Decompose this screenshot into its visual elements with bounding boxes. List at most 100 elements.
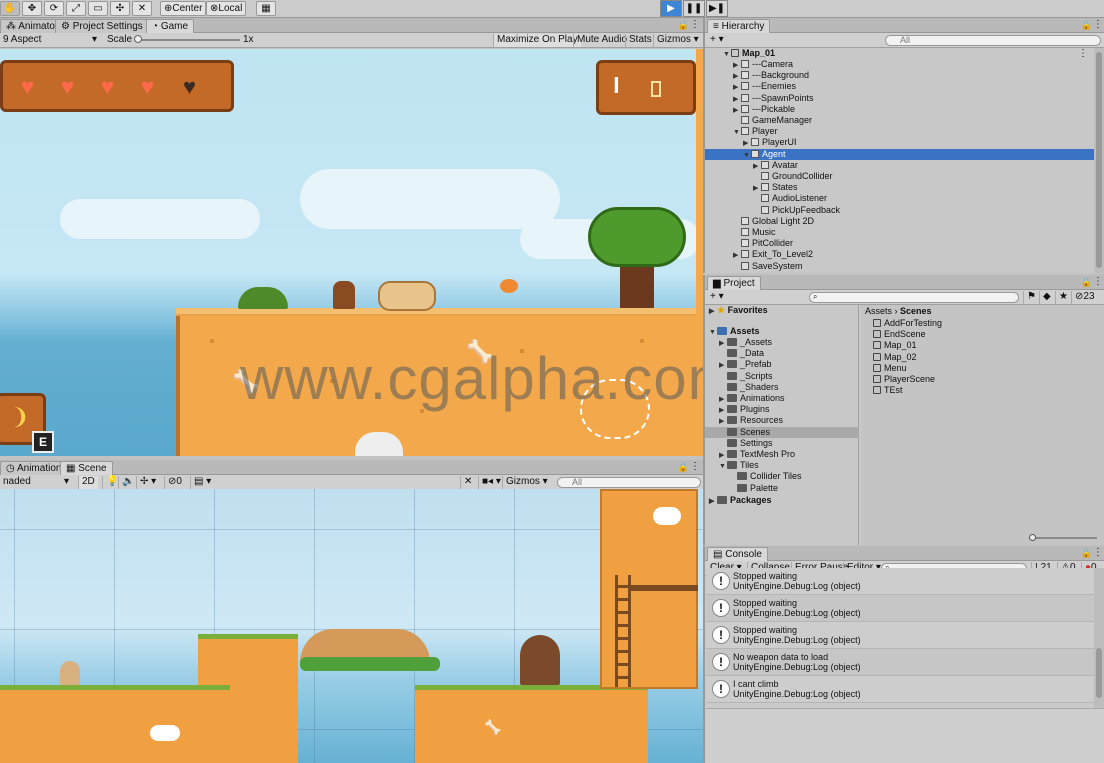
hierarchy-item[interactable]: Music: [733, 227, 776, 238]
space-toggle[interactable]: ⊗Local: [206, 1, 247, 16]
tools-icon[interactable]: ✕: [460, 476, 475, 489]
add-button[interactable]: + ▾: [707, 291, 727, 304]
rect-tool-icon[interactable]: ▭: [88, 1, 108, 16]
scrollbar-thumb[interactable]: [1096, 52, 1102, 268]
hidden-objects-toggle[interactable]: ⊘0: [164, 476, 185, 489]
console-entry[interactable]: ! Stopped waiting UnityEngine.Debug:Log (o…: [706, 595, 1098, 622]
breadcrumb-item[interactable]: Scenes: [900, 306, 932, 316]
chevron-right-icon[interactable]: ▼: [733, 127, 741, 138]
add-button[interactable]: + ▾: [707, 34, 727, 47]
scene-file[interactable]: EndScene: [873, 329, 926, 340]
console-entry[interactable]: ! Stopped waiting UnityEngine.Debug:Log (o…: [706, 622, 1098, 649]
console-entry[interactable]: ! Stopped waiting UnityEngine.Debug:Log (o…: [706, 568, 1098, 595]
scene-file[interactable]: AddForTesting: [873, 318, 942, 329]
kebab-menu-icon[interactable]: ⋮: [690, 19, 700, 30]
console-scrollbar[interactable]: [1094, 568, 1104, 708]
packages-item[interactable]: ▶ Packages: [709, 495, 772, 506]
project-folder[interactable]: _Data: [719, 348, 764, 359]
hierarchy-search-input[interactable]: All: [885, 35, 1101, 46]
scene-root[interactable]: ▼ Map_01: [723, 48, 775, 59]
kebab-menu-icon[interactable]: ⋮: [1078, 48, 1088, 59]
hierarchy-item[interactable]: ▶ ---Camera: [733, 59, 793, 70]
maximize-on-play-button[interactable]: Maximize On Play: [493, 34, 581, 47]
2d-toggle[interactable]: 2D: [78, 476, 98, 489]
scrollbar-thumb[interactable]: [1096, 648, 1102, 698]
project-folder[interactable]: Palette: [729, 483, 778, 494]
tab-project[interactable]: ▆ Project: [707, 276, 761, 290]
scene-file[interactable]: Menu: [873, 363, 907, 374]
hierarchy-item[interactable]: ▶ States: [753, 182, 798, 193]
hierarchy-item[interactable]: ▶ ---Background: [733, 70, 809, 81]
lock-icon[interactable]: 🔒: [678, 462, 689, 473]
gizmos-button[interactable]: Gizmos ▾: [502, 476, 551, 489]
pivot-toggle[interactable]: ⊕Center: [160, 1, 207, 16]
console-entry[interactable]: ! No weapon data to load UnityEngine.Debug…: [706, 649, 1098, 676]
hierarchy-item[interactable]: ▶ PlayerUI: [743, 137, 797, 148]
scene-search-input[interactable]: All: [557, 477, 701, 488]
lock-icon[interactable]: 🔒: [1081, 20, 1092, 31]
tab-hierarchy[interactable]: ≡ Hierarchy: [707, 19, 771, 33]
hierarchy-item[interactable]: ▶ ---Enemies: [733, 81, 796, 92]
hierarchy-item[interactable]: PickUpFeedback: [753, 205, 840, 216]
console-entry[interactable]: ! I cant climb UnityEngine.Debug:Log (obje…: [706, 676, 1098, 703]
assets-item[interactable]: ▼ Assets: [709, 326, 760, 337]
rotate-tool-icon[interactable]: ⟳: [44, 1, 64, 16]
hierarchy-item[interactable]: GroundCollider: [753, 171, 833, 182]
project-folder[interactable]: ▶ _Assets: [719, 337, 772, 348]
kebab-menu-icon[interactable]: ⋮: [1093, 276, 1103, 287]
move-tool-icon[interactable]: ✥: [22, 1, 42, 16]
tab-animation[interactable]: ◷ Animation: [0, 461, 68, 475]
project-folder[interactable]: Settings: [719, 438, 773, 449]
pause-button[interactable]: ❚❚: [683, 0, 705, 17]
scale-tool-icon[interactable]: ⤢: [66, 1, 86, 16]
scene-file[interactable]: PlayerScene: [873, 374, 935, 385]
hierarchy-item[interactable]: SaveSystem: [733, 261, 803, 272]
scale-slider-handle[interactable]: [134, 35, 142, 43]
hierarchy-item[interactable]: ▶ Exit_To_Level2: [733, 249, 813, 260]
project-folder[interactable]: Scenes: [705, 426, 859, 438]
hierarchy-item[interactable]: Global Light 2D: [733, 216, 814, 227]
effects-icon[interactable]: ✢ ▾: [136, 476, 159, 489]
grid-snap-icon[interactable]: ▤ ▾: [190, 476, 214, 489]
tab-project-settings[interactable]: ⚙ Project Settings: [55, 19, 149, 33]
mute-audio-button[interactable]: Mute Audio: [573, 34, 630, 47]
hand-tool-icon[interactable]: ✋: [0, 1, 20, 16]
camera-icon[interactable]: ■◂ ▾: [478, 476, 504, 489]
hierarchy-item[interactable]: ▶ ---Pickable: [733, 104, 795, 115]
zoom-slider[interactable]: [1029, 534, 1097, 541]
aspect-dropdown[interactable]: 9 Aspect ▾: [0, 34, 100, 47]
hierarchy-item[interactable]: ▶ Avatar: [753, 160, 798, 171]
project-folder[interactable]: ▼ Tiles: [719, 460, 759, 471]
filter-type-icon[interactable]: ⚑: [1023, 291, 1039, 304]
scene-file[interactable]: Map_02: [873, 352, 917, 363]
audio-icon[interactable]: 🔈: [118, 476, 137, 489]
scene-file[interactable]: Map_01: [873, 340, 917, 351]
grid-snap-icon[interactable]: ▦: [256, 1, 276, 16]
hierarchy-item[interactable]: GameManager: [733, 115, 812, 126]
tab-game[interactable]: ◔ Game: [146, 19, 195, 33]
scale-slider[interactable]: [134, 35, 240, 43]
hierarchy-item[interactable]: PitCollider: [733, 238, 793, 249]
zoom-slider-handle[interactable]: [1029, 534, 1036, 541]
stats-button[interactable]: Stats: [625, 34, 655, 47]
lock-icon[interactable]: 🔒: [1081, 277, 1092, 288]
transform-tool-icon[interactable]: ✣: [110, 1, 130, 16]
project-folder[interactable]: ▶ _Prefab: [719, 359, 772, 370]
lock-icon[interactable]: 🔒: [678, 20, 689, 31]
project-folder[interactable]: _Scripts: [719, 371, 773, 382]
chevron-right-icon[interactable]: ▼: [719, 461, 727, 472]
hierarchy-item[interactable]: ▶ ---SpawnPoints: [733, 93, 814, 104]
lock-icon[interactable]: 🔒: [1081, 548, 1092, 559]
play-button[interactable]: ▶: [660, 0, 682, 17]
kebab-menu-icon[interactable]: ⋮: [1093, 19, 1103, 30]
project-folder[interactable]: ▶ TextMesh Pro: [719, 449, 795, 460]
favorites-item[interactable]: ▶ ★ Favorites: [709, 305, 768, 316]
hierarchy-scrollbar[interactable]: [1094, 48, 1104, 273]
project-folder[interactable]: ▶ Plugins: [719, 404, 770, 415]
filter-label-icon[interactable]: ◆: [1039, 291, 1054, 304]
step-button[interactable]: ▶❚: [706, 0, 728, 17]
project-search-input[interactable]: ⌕: [809, 292, 1019, 303]
project-folder[interactable]: _Shaders: [719, 382, 779, 393]
tab-console[interactable]: ▤ Console: [707, 547, 768, 561]
scene-file[interactable]: TEst: [873, 385, 903, 396]
